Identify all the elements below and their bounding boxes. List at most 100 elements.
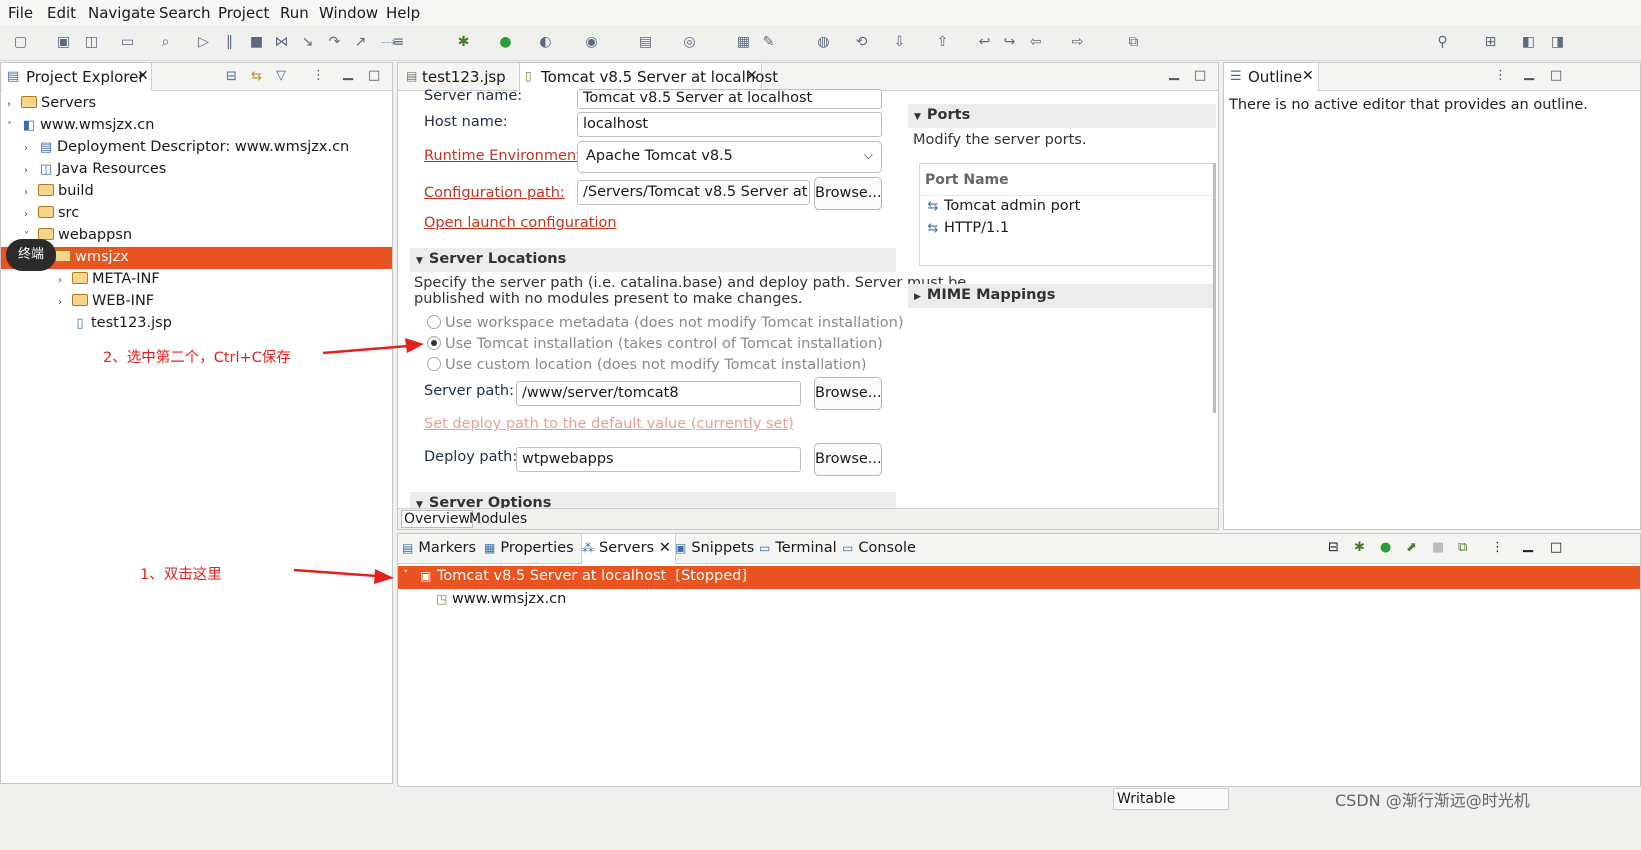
collapse-all-icon[interactable]: ⊟ [1328, 540, 1339, 555]
web-browser-icon[interactable]: ⟲ [853, 34, 870, 51]
new-server-icon[interactable]: ▤ [637, 34, 654, 51]
server-name-field[interactable]: Tomcat v8.5 Server at localhost [577, 89, 882, 109]
tab-overview[interactable]: Overview [401, 510, 473, 528]
last-edit-icon[interactable]: ↩ [976, 34, 993, 51]
maximize-icon[interactable]: □ [1550, 540, 1562, 555]
port-row-http[interactable]: ⇆ HTTP/1.1 [923, 220, 1010, 236]
debug-icon[interactable]: ✱ [455, 34, 472, 51]
tab-terminal[interactable]: ▭ Terminal [759, 534, 837, 564]
close-icon[interactable]: ✕ [1302, 68, 1314, 84]
profile-server-icon[interactable]: ⬈ [1406, 540, 1417, 555]
menu-help[interactable]: Help [386, 4, 420, 22]
step-into-icon[interactable]: ↘ [299, 34, 316, 51]
prev-annotation-icon[interactable]: ⇧ [934, 34, 951, 51]
next-annotation-icon[interactable]: ⇩ [891, 34, 908, 51]
tree-item[interactable]: ˅ ◧ www.wmsjzx.cn [1, 115, 392, 137]
debug-server-icon[interactable]: ✱ [1354, 540, 1365, 555]
open-launch-configuration-link[interactable]: Open launch configuration [424, 215, 617, 231]
tree-item-selected[interactable]: ˅wmsjzx [1, 247, 392, 269]
tree-item[interactable]: › src [1, 203, 392, 225]
menu-run[interactable]: Run [280, 4, 309, 22]
new-icon[interactable]: ▢ [12, 34, 29, 51]
close-icon[interactable]: ✕ [137, 68, 149, 84]
server-locations-section[interactable]: ▼ Server Locations [410, 248, 896, 272]
tab-properties[interactable]: ▦ Properties [484, 534, 574, 564]
open-task-icon[interactable]: ✎ [760, 34, 777, 51]
step-over-icon[interactable]: ↷ [326, 34, 343, 51]
close-icon[interactable]: ✕ [654, 540, 671, 556]
expand-chevron-icon[interactable]: › [24, 187, 36, 198]
forward-icon[interactable]: ⇨ [1069, 34, 1086, 51]
radio-tomcat-installation[interactable]: Use Tomcat installation (takes control o… [427, 336, 883, 352]
ports-section[interactable]: ▼ Ports [908, 104, 1216, 128]
editor-scrollbar[interactable] [1213, 163, 1216, 413]
expand-chevron-icon[interactable]: ˅ [7, 121, 19, 132]
tab-console[interactable]: ▭ Console [842, 534, 916, 564]
tree-item[interactable]: › META-INF [1, 269, 392, 291]
stop-server-icon[interactable]: ■ [1432, 540, 1444, 555]
disconnect-icon[interactable]: ⋈ [273, 34, 290, 51]
tab-snippets[interactable]: ▣ Snippets [675, 534, 754, 564]
tab-project-explorer[interactable]: ▤ Project Explorer ✕ [2, 63, 152, 91]
toggle-icon[interactable]: ≡ [390, 34, 407, 51]
tab-outline[interactable]: ☰ Outline ✕ [1224, 63, 1319, 91]
expand-chevron-icon[interactable]: › [58, 275, 70, 286]
open-type-icon[interactable]: ▦ [735, 34, 752, 51]
maximize-icon[interactable]: □ [1194, 68, 1206, 83]
radio-custom-location[interactable]: Use custom location (does not modify Tom… [427, 357, 867, 373]
run-icon[interactable]: ● [497, 34, 514, 51]
tab-test123-jsp[interactable]: ▤ test123.jsp [400, 63, 517, 91]
collapse-all-icon[interactable]: ⊟ [226, 69, 237, 84]
menu-navigate[interactable]: Navigate [88, 4, 155, 22]
server-path-field[interactable]: /www/server/tomcat8 [516, 381, 801, 406]
browse-deploy-path-button[interactable]: Browse... [814, 443, 882, 476]
close-icon[interactable]: ✕ [746, 68, 758, 84]
menu-file[interactable]: File [8, 4, 33, 22]
deploy-path-field[interactable]: wtpwebapps [516, 447, 801, 472]
expand-chevron-icon[interactable]: › [24, 143, 36, 154]
save-icon[interactable]: ▣ [55, 34, 72, 51]
resume-icon[interactable]: ▷ [195, 34, 212, 51]
menu-search[interactable]: Search [159, 4, 211, 22]
link-editor-icon[interactable]: ⇆ [251, 69, 262, 84]
back-icon[interactable]: ⇦ [1027, 34, 1044, 51]
step-return-icon[interactable]: ↗ [352, 34, 369, 51]
menu-edit[interactable]: Edit [47, 4, 76, 22]
start-server-icon[interactable]: ● [1380, 540, 1391, 555]
forward-edit-icon[interactable]: ↪ [1001, 34, 1018, 51]
host-name-field[interactable]: localhost [577, 112, 882, 137]
server-row[interactable]: ˅ ▣ Tomcat v8.5 Server at localhost [Sto… [398, 566, 1640, 589]
stop-icon[interactable]: ■ [248, 34, 265, 51]
server-options-section[interactable]: ▼ Server Options [410, 492, 896, 508]
tab-modules[interactable]: Modules [469, 511, 527, 527]
browse-config-button[interactable]: Browse... [814, 177, 882, 210]
tree-item[interactable]: › WEB-INF [1, 291, 392, 313]
filter-icon[interactable]: ▽ [276, 68, 286, 83]
configuration-path-field[interactable]: /Servers/Tomcat v8.5 Server at loca [577, 180, 810, 205]
tree-item[interactable]: › ◫ Java Resources [1, 159, 392, 181]
menu-project[interactable]: Project [218, 4, 269, 22]
globe-icon[interactable]: ◍ [815, 34, 832, 51]
coverage-icon[interactable]: ◐ [537, 34, 554, 51]
tree-item[interactable]: › ▤ Deployment Descriptor: www.wmsjzx.cn [1, 137, 392, 159]
runtime-environment-link[interactable]: Runtime Environment: [424, 148, 587, 164]
debug-perspective-icon[interactable]: ◨ [1549, 34, 1566, 51]
search-icon[interactable]: ⚲ [1434, 34, 1451, 51]
minimize-icon[interactable]: ▁ [343, 66, 353, 81]
runtime-environment-select[interactable]: Apache Tomcat v8.5 ⌵ [577, 141, 882, 173]
maximize-icon[interactable]: □ [1550, 68, 1562, 83]
tree-item[interactable]: › build [1, 181, 392, 203]
expand-chevron-icon[interactable]: › [24, 165, 36, 176]
mime-mappings-section[interactable]: ▶ MIME Mappings [908, 284, 1216, 308]
minimize-icon[interactable]: ▁ [1523, 538, 1533, 553]
view-menu-icon[interactable]: ⋮ [312, 68, 325, 83]
menu-window[interactable]: Window [319, 4, 378, 22]
search-ref-icon[interactable]: ⌕ [157, 34, 174, 51]
external-tools-icon[interactable]: ◉ [583, 34, 600, 51]
configuration-path-link[interactable]: Configuration path: [424, 185, 565, 201]
tree-item[interactable]: ▯ test123.jsp [1, 313, 392, 335]
publish-icon[interactable]: ⧉ [1458, 540, 1467, 555]
suspend-icon[interactable]: ‖ [221, 34, 238, 51]
tab-tomcat-server[interactable]: ▯ Tomcat v8.5 Server at localhost ✕ [519, 63, 778, 91]
radio-workspace-metadata[interactable]: Use workspace metadata (does not modify … [427, 315, 904, 331]
